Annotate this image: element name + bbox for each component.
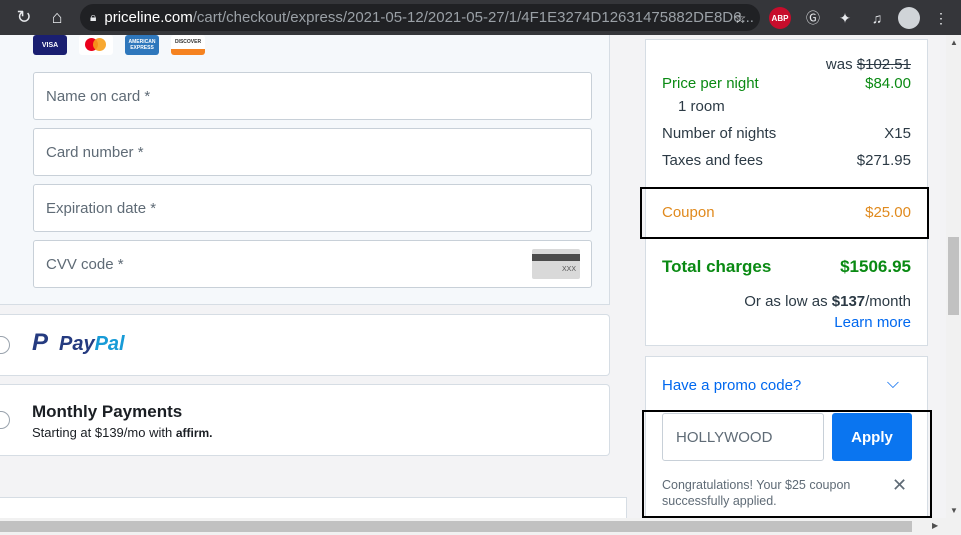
paypal-option[interactable]: P PayPal bbox=[0, 314, 610, 376]
url-path: /cart/checkout/express/2021-05-12/2021-0… bbox=[192, 9, 754, 26]
monthly-payments-radio[interactable] bbox=[0, 411, 10, 429]
reload-icon[interactable]: ↻ bbox=[11, 4, 37, 30]
menu-kebab-icon[interactable]: ⋮ bbox=[930, 7, 952, 29]
rooms-label: 1 room bbox=[678, 98, 725, 115]
financing-prefix: Or as low as bbox=[744, 293, 828, 310]
url-domain: priceline.com bbox=[104, 9, 193, 26]
horizontal-scroll-thumb[interactable] bbox=[0, 521, 912, 532]
rooms-row: 1 room bbox=[678, 98, 911, 115]
monthly-payments-option[interactable]: Monthly Payments Starting at $139/mo wit… bbox=[0, 384, 610, 456]
paypal-wordmark: PayPal bbox=[59, 333, 125, 356]
mastercard-logo bbox=[79, 35, 113, 55]
coupon-highlight-box bbox=[640, 187, 929, 239]
total-charges-value: $1506.95 bbox=[840, 257, 911, 276]
card-number-placeholder: Card number * bbox=[46, 143, 144, 161]
affirm-logo: affirm. bbox=[175, 426, 213, 440]
discover-logo: DISCOVER bbox=[171, 35, 205, 55]
visa-logo: VISA bbox=[33, 35, 67, 55]
card-number-field[interactable]: Card number * bbox=[33, 128, 592, 176]
lock-icon: 🔒︎ bbox=[90, 10, 97, 24]
financing-text: Or as low as $137/month bbox=[744, 293, 911, 310]
paypal-pal-text: Pal bbox=[94, 333, 125, 355]
card-form-panel: VISA AMERICAN EXPRESS DISCOVER Name on c… bbox=[0, 35, 610, 305]
profile-avatar[interactable] bbox=[898, 7, 920, 29]
amex-logo: AMERICAN EXPRESS bbox=[125, 35, 159, 55]
learn-more-link[interactable]: Learn more bbox=[834, 314, 911, 331]
financing-amount: $137 bbox=[831, 293, 866, 310]
bookmark-star-icon[interactable]: ☆ bbox=[729, 7, 751, 29]
total-charges-label: Total charges bbox=[662, 257, 772, 276]
scroll-up-arrow[interactable]: ▲ bbox=[950, 38, 958, 47]
monthly-payments-subtitle-text: Starting at $139/mo with bbox=[32, 425, 173, 440]
cvv-card-icon: XXX bbox=[532, 249, 580, 279]
taxes-value: $271.95 bbox=[856, 152, 911, 169]
nights-label: Number of nights bbox=[662, 125, 777, 142]
browser-toolbar: ↻ ⌂ 🔒︎ priceline.com/cart/checkout/expre… bbox=[0, 0, 961, 35]
expiration-date-field[interactable]: Expiration date * bbox=[33, 184, 592, 232]
cvv-code-field[interactable]: CVV code * XXX bbox=[33, 240, 592, 288]
was-label: was bbox=[825, 56, 853, 73]
original-price: was $102.51 bbox=[826, 56, 911, 73]
price-per-night-row: Price per night $84.00 bbox=[662, 75, 911, 92]
name-on-card-placeholder: Name on card * bbox=[46, 87, 151, 105]
monthly-payments-title: Monthly Payments bbox=[32, 402, 183, 421]
cvv-card-text: XXX bbox=[561, 266, 576, 273]
nights-row: Number of nights X15 bbox=[662, 125, 911, 142]
cvv-code-placeholder: CVV code * bbox=[46, 255, 124, 273]
name-on-card-field[interactable]: Name on card * bbox=[33, 72, 592, 120]
scroll-right-arrow[interactable]: ▶ bbox=[932, 521, 938, 530]
paypal-pay-text: Pay bbox=[59, 333, 95, 355]
financing-suffix: /month bbox=[865, 293, 911, 310]
monthly-payments-subtitle: Starting at $139/mo with affirm. bbox=[32, 425, 213, 440]
card-logos: VISA AMERICAN EXPRESS DISCOVER bbox=[33, 35, 205, 55]
taxes-row: Taxes and fees $271.95 bbox=[662, 152, 911, 169]
address-bar[interactable]: 🔒︎ priceline.com/cart/checkout/express/2… bbox=[80, 4, 760, 31]
nights-value: X15 bbox=[884, 125, 911, 142]
promo-code-toggle[interactable]: Have a promo code? bbox=[662, 377, 801, 394]
price-per-night-value: $84.00 bbox=[865, 75, 911, 92]
was-price: $102.51 bbox=[856, 56, 911, 73]
expiration-date-placeholder: Expiration date * bbox=[46, 199, 157, 217]
paypal-radio[interactable] bbox=[0, 336, 10, 354]
adblock-icon[interactable]: ABP bbox=[769, 7, 791, 29]
chevron-down-icon[interactable]: ⌵ bbox=[887, 375, 899, 393]
promo-highlight-box bbox=[642, 410, 932, 518]
taxes-label: Taxes and fees bbox=[662, 152, 763, 169]
next-section-box bbox=[0, 497, 627, 518]
extensions-puzzle-icon[interactable]: ✦ bbox=[834, 7, 856, 29]
price-per-night-label: Price per night bbox=[662, 75, 759, 92]
total-charges-row: Total charges $1506.95 bbox=[662, 257, 911, 277]
vertical-scroll-thumb[interactable] bbox=[948, 237, 959, 315]
media-playlist-icon[interactable]: ♫ bbox=[866, 7, 888, 29]
extension-g-icon[interactable]: Ⓖ bbox=[802, 7, 824, 29]
scroll-down-arrow[interactable]: ▼ bbox=[950, 506, 958, 515]
paypal-logo-icon: P bbox=[32, 329, 49, 356]
home-icon[interactable]: ⌂ bbox=[44, 4, 70, 30]
